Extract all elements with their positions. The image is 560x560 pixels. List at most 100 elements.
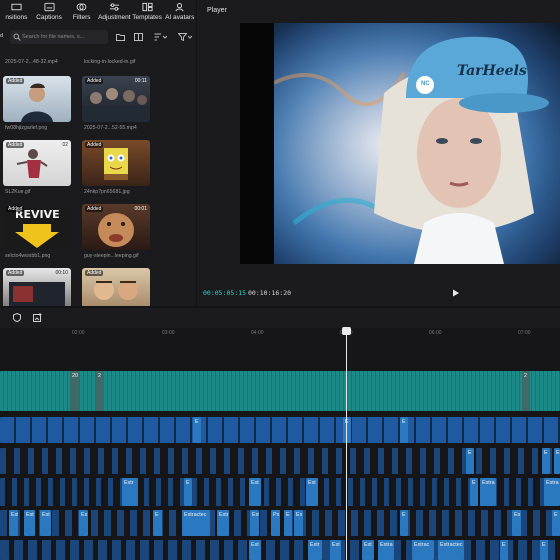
video-still-image (274, 23, 560, 264)
playhead-line[interactable] (346, 328, 347, 560)
file-name: SL2Kue.gif (5, 189, 31, 195)
toolbar-label: Adjustment (98, 14, 131, 21)
filter-icon[interactable] (178, 33, 192, 41)
toolbar-label: Filters (72, 14, 91, 21)
media-item[interactable]: Added 00:11 (82, 76, 150, 122)
grid-icon[interactable] (134, 33, 143, 41)
clip[interactable]: Ex (79, 510, 88, 536)
timeline-ruler[interactable]: 02:00 03:00 04:00 05:00 06:00 07:00 (0, 328, 560, 340)
toolbar-transitions[interactable]: nsitions (0, 0, 33, 26)
file-name: guy-sleepin...leeping.gif (84, 253, 139, 259)
image-add-icon[interactable] (33, 313, 42, 322)
current-timecode: 00:05:05:15 (203, 289, 247, 297)
timeline-tracks: 20 2 2 E E E E E E Extr E Ext Ext E Extr… (0, 340, 560, 560)
clip[interactable]: Ext (306, 478, 318, 506)
media-item[interactable]: Added (3, 76, 71, 122)
toolbar-label: Templates (132, 14, 162, 21)
clip[interactable]: Extra (480, 478, 496, 506)
media-item[interactable]: Added 02 (3, 140, 71, 186)
toolbar-label: Captions (36, 14, 62, 21)
main-video-track[interactable] (0, 371, 560, 411)
clip[interactable]: E (542, 448, 550, 474)
media-item[interactable]: Added (82, 268, 150, 306)
search-input[interactable]: Search for file names, s... (10, 30, 108, 44)
clip[interactable]: Extrac (412, 540, 434, 560)
total-timecode: 00:10:16:20 (248, 289, 292, 297)
file-name: 2025-07-2...48-32.mp4 (5, 59, 58, 65)
clip[interactable]: E (466, 448, 474, 474)
clip[interactable]: E (400, 417, 408, 443)
adjustment-icon (109, 3, 119, 11)
ruler-tick: 02:00 (72, 330, 85, 336)
clip[interactable]: E (540, 540, 548, 560)
clip[interactable]: Extractec (438, 540, 464, 560)
clip[interactable]: Extractec (182, 510, 210, 536)
media-tab-fragment[interactable]: d (0, 33, 3, 39)
clip[interactable]: E (552, 510, 560, 536)
toolbar-templates[interactable]: Templates (131, 0, 164, 26)
clip[interactable]: Ex (294, 510, 303, 536)
clip[interactable]: E (284, 510, 292, 536)
clip[interactable]: E (193, 417, 201, 443)
toolbar-filters[interactable]: Filters (65, 0, 98, 26)
search-icon (13, 33, 21, 41)
clip[interactable]: Ext (24, 510, 35, 536)
hat-logo: NC (421, 81, 430, 87)
added-badge: Added (85, 78, 104, 84)
clip[interactable]: Ex (512, 510, 521, 536)
clip[interactable]: Ext (250, 510, 259, 536)
playhead-handle[interactable] (342, 327, 351, 335)
clip[interactable]: Ext (249, 540, 261, 560)
clip[interactable]: E (343, 417, 351, 443)
track-marker[interactable]: 20 (70, 371, 79, 411)
video-frame: NC TarHeels (274, 23, 560, 264)
added-badge: Added (85, 206, 104, 212)
clip[interactable]: E (500, 540, 508, 560)
shield-icon[interactable] (13, 313, 21, 322)
clip[interactable]: E (400, 510, 408, 536)
clip[interactable]: Ext (362, 540, 374, 560)
clip[interactable]: Ext (9, 510, 18, 536)
media-item[interactable]: REVIVE Added (3, 204, 71, 250)
media-item[interactable]: Added 00:10 (3, 268, 71, 306)
media-item[interactable]: Added (82, 140, 150, 186)
media-item[interactable]: Added 00:01 (82, 204, 150, 250)
added-badge: Added (6, 270, 25, 276)
clip[interactable]: Ext (249, 478, 261, 506)
added-badge: Added (85, 142, 104, 148)
clip[interactable]: Ext (330, 540, 341, 560)
clip[interactable]: Extra (378, 540, 394, 560)
ruler-tick: 03:00 (162, 330, 175, 336)
clip[interactable]: Extr (308, 540, 322, 560)
video-viewport[interactable]: NC TarHeels (240, 23, 560, 264)
toolbar-ai-avatars[interactable]: AI avatars (163, 0, 196, 26)
file-name: selcto4wwsbb1.png (5, 253, 51, 259)
clip[interactable]: Ext (40, 510, 51, 536)
play-icon[interactable] (452, 289, 460, 297)
duration: 02 (62, 142, 68, 148)
timeline-toolbar (0, 308, 560, 328)
sort-icon[interactable] (154, 33, 167, 41)
file-name: 2025-07-2...52-55.mp4 (84, 125, 137, 131)
clip[interactable]: Extr (217, 510, 229, 536)
duration: 00:10 (55, 270, 68, 276)
toolbar-adjustment[interactable]: Adjustment (98, 0, 131, 26)
clip[interactable]: Ps (271, 510, 280, 536)
top-toolbar: nsitions Captions Filters Adjustment Tem… (0, 0, 196, 26)
clip[interactable]: E (153, 510, 162, 536)
player-panel: Player NC TarHeels 00:05:05:15 00:10:16:… (197, 0, 560, 306)
toolbar-captions[interactable]: Captions (33, 0, 66, 26)
clip[interactable]: E (554, 448, 560, 474)
ai-avatars-icon (175, 3, 184, 12)
clip[interactable]: Extra (544, 478, 560, 506)
clip[interactable]: E (184, 478, 192, 506)
track-marker[interactable]: 2 (522, 371, 530, 411)
overlay-track[interactable] (0, 540, 560, 560)
clip[interactable]: Extr (122, 478, 138, 506)
track-marker[interactable]: 2 (96, 371, 104, 411)
folder-icon[interactable] (116, 33, 125, 41)
overlay-track[interactable] (0, 417, 560, 443)
ruler-tick: 06:00 (429, 330, 442, 336)
clip[interactable]: E (470, 478, 478, 506)
overlay-track[interactable] (0, 448, 560, 474)
